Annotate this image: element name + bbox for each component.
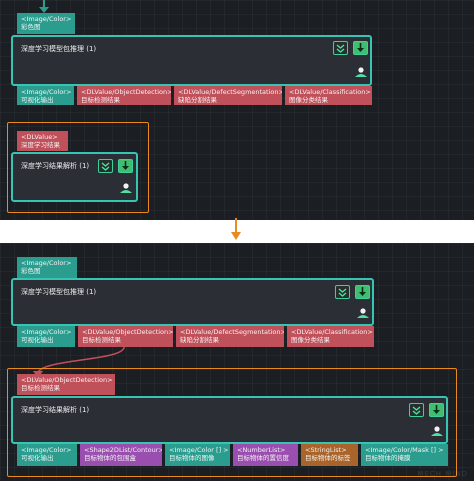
port-name-label: 目标物体的标签 [305, 454, 351, 462]
parse-output-masks[interactable]: <Image/Color/Mask [] > 目标物体的掩膜 [361, 444, 448, 466]
download-arrow-icon [359, 287, 366, 296]
watermark: MECH MIND [417, 470, 468, 478]
port-type-label: <DLValue/ObjectDetection> [81, 88, 171, 96]
chevron-double-down-icon [338, 287, 347, 297]
download-arrow-icon [433, 405, 440, 414]
dl-result-parse-node[interactable]: 深度学习结果解析 (1) [11, 396, 448, 444]
run-button[interactable] [118, 159, 133, 173]
output-port-object-detection[interactable]: <DLValue/ObjectDetection> 目标检测结果 [78, 326, 173, 347]
port-type-label: <Shape2DList/Contour> [84, 446, 162, 454]
download-arrow-icon [357, 43, 364, 52]
port-name-label: 图像分类结果 [289, 96, 328, 104]
port-name-label: 深度学习结果 [21, 141, 60, 149]
port-type-label: <DLValue/ObjectDetection> [21, 376, 113, 384]
down-arrow-icon [231, 218, 241, 240]
top-canvas-panel: <Image/Color> 彩色图 深度学习模型包推理 (1) <Image/C… [0, 0, 474, 220]
output-port-classification[interactable]: <DLValue/Classification> 图像分类结果 [287, 326, 374, 347]
port-name-label: 目标物体的置信度 [237, 454, 289, 462]
port-type-label: <DLValue/DefectSegmentation> [180, 328, 284, 336]
port-name-label: 可视化输出 [21, 454, 54, 462]
parse-output-labels[interactable]: <StringList> 目标物体的标签 [301, 444, 358, 466]
port-type-label: <Image/Color> [21, 88, 72, 96]
run-button[interactable] [429, 403, 444, 417]
input-port-color-image[interactable]: <Image/Color> 彩色图 [17, 13, 75, 34]
output-port-classification[interactable]: <DLValue/Classification> 图像分类结果 [285, 86, 372, 105]
port-name-label: 目标检测结果 [21, 384, 60, 392]
parse-output-visualization[interactable]: <Image/Color> 可视化输出 [17, 444, 77, 466]
bottom-canvas-panel: <Image/Color> 彩色图 深度学习模型包推理 (1) <Image/C… [0, 243, 474, 481]
port-type-label: <Image/Color> [21, 15, 72, 23]
port-name-label: 目标物体的图像 [169, 454, 215, 462]
port-type-label: <DLValue/DefectSegmentation> [178, 88, 282, 96]
port-name-label: 目标检测结果 [82, 336, 121, 344]
port-type-label: <DLValue/ObjectDetection> [82, 328, 173, 336]
node-title: 深度学习结果解析 (1) [21, 162, 90, 170]
port-type-label: <Image/Color> [21, 259, 72, 267]
eye-user-icon[interactable] [356, 307, 370, 319]
node-title: 深度学习模型包推理 (1) [21, 288, 97, 296]
port-name-label: 可视化输出 [21, 96, 54, 104]
port-type-label: <Image/Color/Mask [] > [365, 446, 444, 454]
node-title: 深度学习结果解析 (1) [21, 406, 90, 414]
output-port-defect-segmentation[interactable]: <DLValue/DefectSegmentation> 缺陷分割结果 [174, 86, 282, 105]
parse-output-object-images[interactable]: <Image/Color [] > 目标物体的图像 [165, 444, 230, 466]
eye-user-icon[interactable] [119, 182, 133, 194]
parse-output-confidence[interactable]: <NumberList> 目标物体的置信度 [233, 444, 298, 466]
port-type-label: <StringList> [305, 446, 347, 454]
download-arrow-icon [122, 161, 129, 170]
collapse-button[interactable] [335, 285, 350, 299]
port-name-label: 图像分类结果 [291, 336, 330, 344]
port-name-label: 彩色图 [21, 23, 41, 31]
port-name-label: 目标检测结果 [81, 96, 120, 104]
parse-input-port-dlvalue[interactable]: <DLValue> 深度学习结果 [17, 131, 68, 151]
collapse-button[interactable] [333, 41, 348, 55]
port-type-label: <NumberList> [237, 446, 286, 454]
run-button[interactable] [355, 285, 370, 299]
port-type-label: <Image/Color> [21, 328, 72, 336]
eye-user-icon[interactable] [430, 425, 444, 437]
port-type-label: <Image/Color> [21, 446, 72, 454]
eye-user-icon[interactable] [354, 66, 368, 78]
port-type-label: <DLValue/Classification> [289, 88, 371, 96]
chevron-double-down-icon [336, 43, 345, 53]
port-name-label: 可视化输出 [21, 336, 54, 344]
output-port-defect-segmentation[interactable]: <DLValue/DefectSegmentation> 缺陷分割结果 [176, 326, 284, 347]
output-port-object-detection[interactable]: <DLValue/ObjectDetection> 目标检测结果 [77, 86, 171, 105]
dl-inference-node[interactable]: 深度学习模型包推理 (1) [11, 35, 372, 86]
input-connector-arrow [39, 0, 49, 13]
dl-result-parse-node[interactable]: 深度学习结果解析 (1) [11, 152, 138, 202]
input-port-color-image[interactable]: <Image/Color> 彩色图 [17, 257, 77, 278]
port-name-label: 缺陷分割结果 [178, 96, 217, 104]
parse-input-port-object-detection[interactable]: <DLValue/ObjectDetection> 目标检测结果 [17, 374, 115, 395]
run-button[interactable] [353, 41, 368, 55]
parse-output-bounding-box[interactable]: <Shape2DList/Contour> 目标物体的包围盒 [80, 444, 162, 466]
port-name-label: 缺陷分割结果 [180, 336, 219, 344]
node-title: 深度学习模型包推理 (1) [21, 45, 97, 53]
collapse-button[interactable] [409, 403, 424, 417]
port-type-label: <DLValue/Classification> [291, 328, 373, 336]
dl-inference-node[interactable]: 深度学习模型包推理 (1) [11, 278, 374, 326]
chevron-double-down-icon [412, 405, 421, 415]
chevron-double-down-icon [101, 161, 110, 171]
port-type-label: <DLValue> [21, 133, 58, 141]
collapse-button[interactable] [98, 159, 113, 173]
port-name-label: 目标物体的包围盒 [84, 454, 136, 462]
port-type-label: <Image/Color [] > [169, 446, 229, 454]
port-name-label: 彩色图 [21, 267, 41, 275]
output-port-visualization[interactable]: <Image/Color> 可视化输出 [17, 86, 74, 105]
port-name-label: 目标物体的掩膜 [365, 454, 411, 462]
output-port-visualization[interactable]: <Image/Color> 可视化输出 [17, 326, 75, 347]
